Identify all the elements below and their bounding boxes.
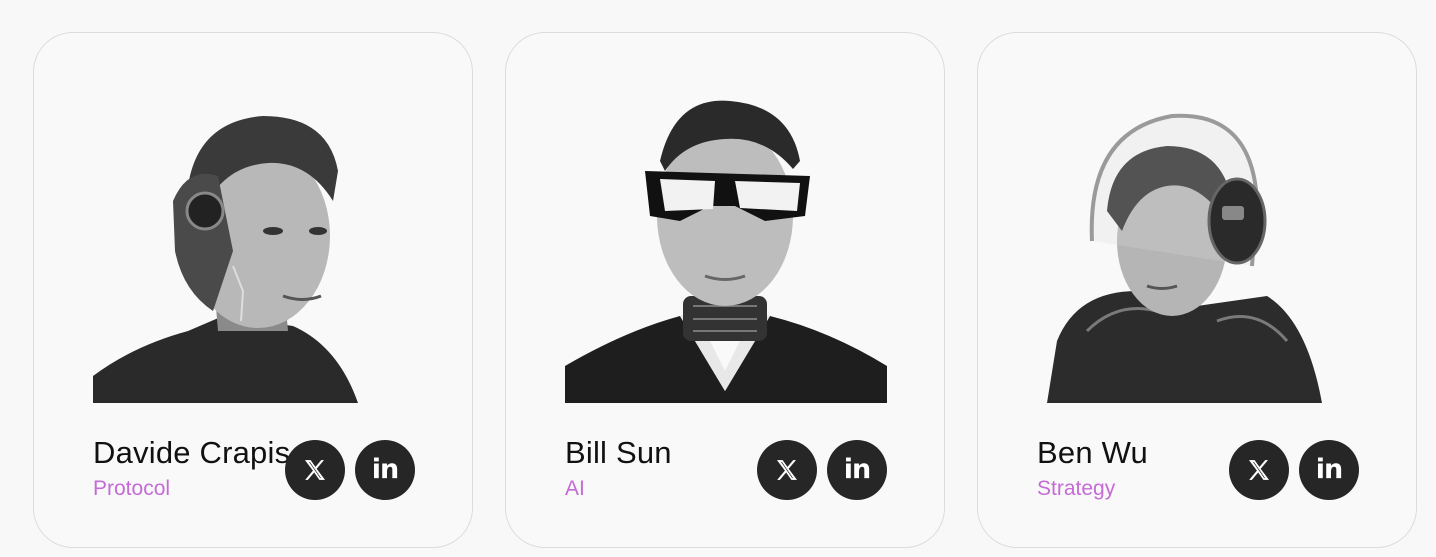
portrait-image: [1037, 91, 1359, 403]
portrait-image: [93, 91, 415, 403]
linkedin-icon: in: [843, 453, 872, 485]
person-portrait-icon: [93, 116, 358, 403]
x-social-button[interactable]: [1229, 440, 1289, 500]
member-name: Ben Wu: [1037, 435, 1148, 470]
portrait-image: [565, 91, 887, 403]
linkedin-icon: in: [371, 453, 400, 485]
member-role: AI: [565, 477, 585, 500]
linkedin-social-button[interactable]: in: [355, 440, 415, 500]
member-name: Davide Crapis: [93, 435, 291, 470]
x-social-button[interactable]: [285, 440, 345, 500]
member-role: Strategy: [1037, 477, 1116, 500]
x-icon: [304, 460, 326, 480]
team-grid: Davide Crapis Protocol in Bill Sun AI in…: [0, 0, 1436, 557]
linkedin-social-button[interactable]: in: [827, 440, 887, 500]
team-card: Bill Sun AI in: [505, 32, 945, 548]
member-role: Protocol: [93, 477, 171, 500]
member-name: Bill Sun: [565, 435, 672, 470]
team-card: Ben Wu Strategy in: [977, 32, 1417, 548]
x-icon: [1248, 460, 1270, 480]
team-card: Davide Crapis Protocol in: [33, 32, 473, 548]
person-portrait-icon: [1047, 113, 1322, 403]
x-social-button[interactable]: [757, 440, 817, 500]
linkedin-social-button[interactable]: in: [1299, 440, 1359, 500]
linkedin-icon: in: [1315, 453, 1344, 485]
person-portrait-icon: [565, 100, 887, 403]
x-icon: [776, 460, 798, 480]
